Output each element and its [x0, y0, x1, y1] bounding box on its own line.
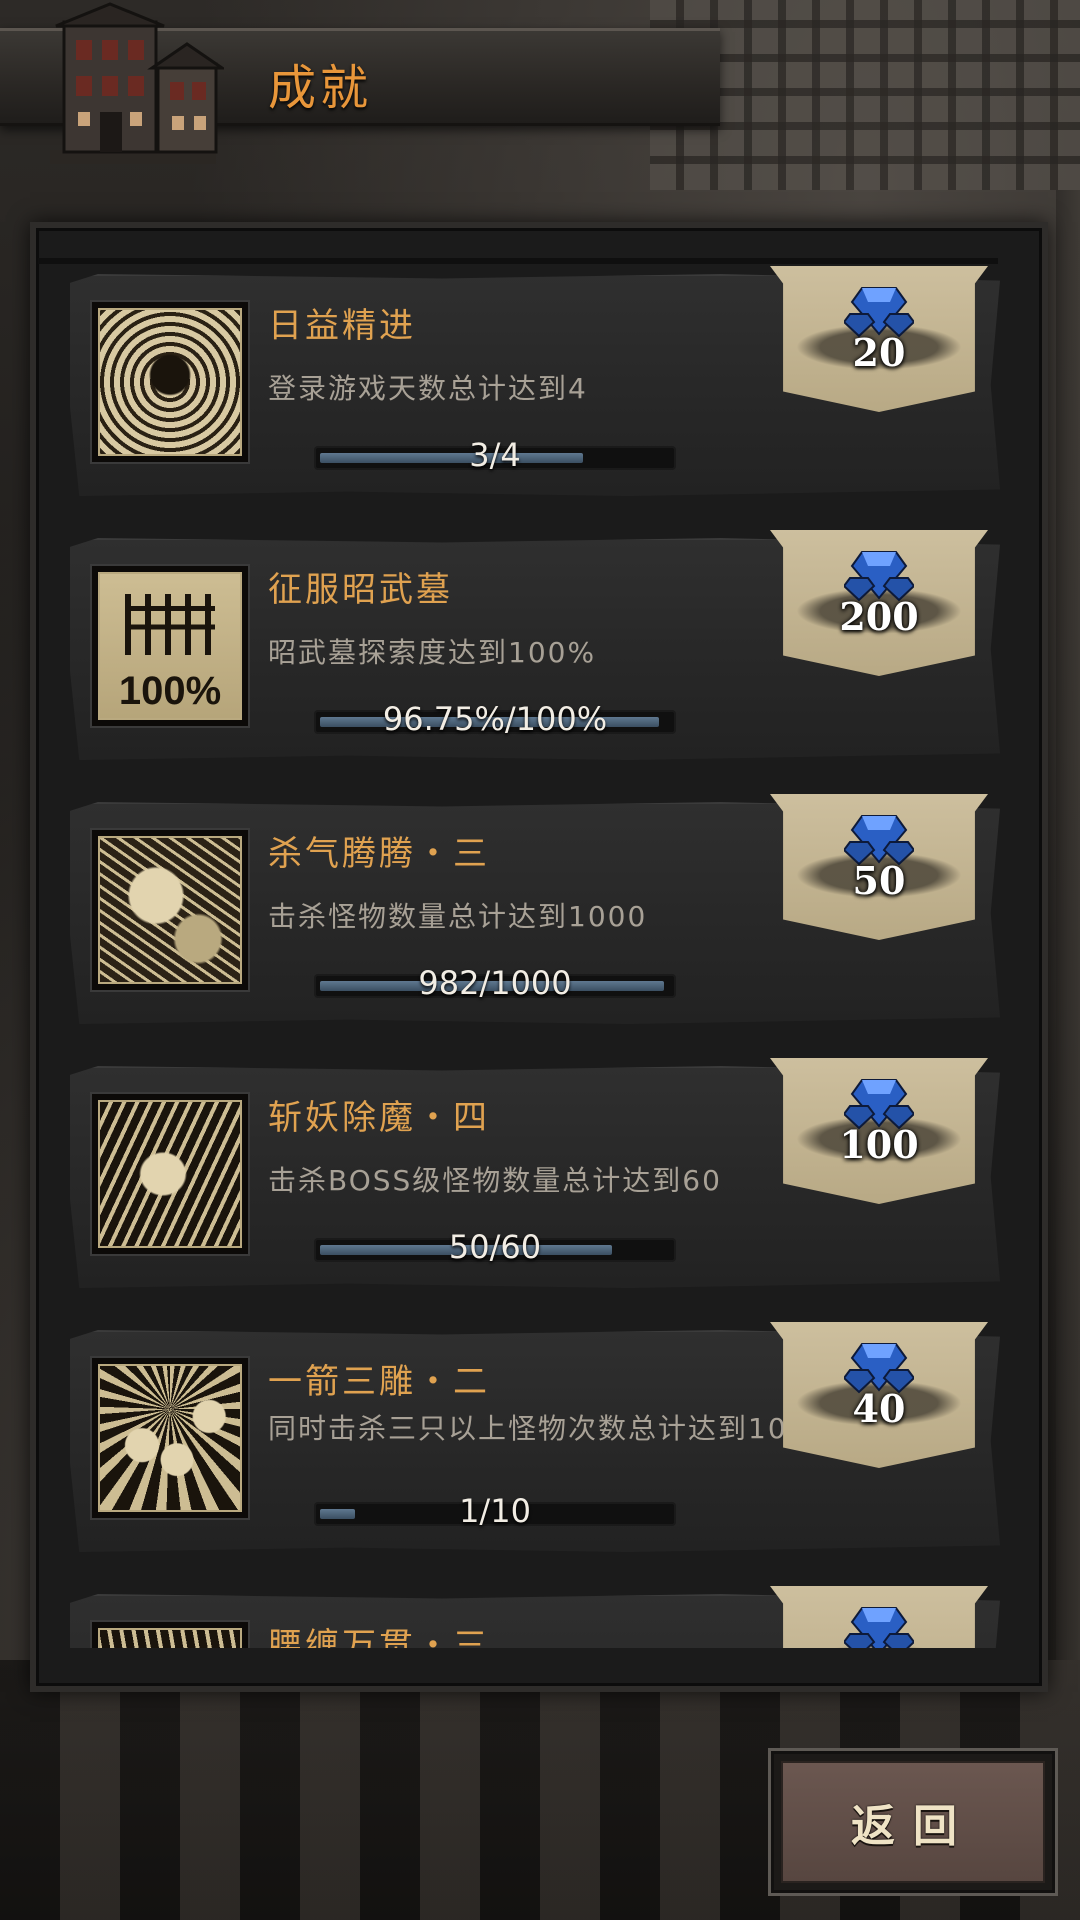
reward-banner[interactable]: [770, 1586, 988, 1648]
skull-monster-icon: [92, 830, 248, 990]
demon-hand-icon: [92, 1094, 248, 1254]
progress-text: 96.75%/100%: [382, 700, 608, 738]
achievement-card[interactable]: 100% 征服昭武墓 昭武墓探索度达到100% 96.75%/100% 200: [70, 530, 1000, 760]
achievement-card[interactable]: 一箭三雕・二 同时击杀三只以上怪物次数总计达到10 1/10 40: [70, 1322, 1000, 1552]
achievement-title: 征服昭武墓: [268, 570, 453, 610]
back-button-label: 返回: [851, 1801, 975, 1852]
achievement-card[interactable]: 腰缠万贯・三: [70, 1586, 1000, 1648]
panel-divider: [38, 258, 998, 264]
back-button[interactable]: 返回: [768, 1748, 1058, 1896]
three-skulls-icon: [92, 1358, 248, 1518]
achievement-title: 日益精进: [268, 306, 416, 346]
gem-icon: [844, 1343, 914, 1394]
reward-banner[interactable]: 100: [770, 1058, 988, 1204]
reward-banner[interactable]: 200: [770, 530, 988, 676]
house-icon: [42, 0, 227, 168]
background-pillar: [1056, 190, 1080, 1690]
reward-value: 200: [839, 594, 919, 639]
achievement-title: 腰缠万贯・三: [268, 1626, 490, 1648]
gem-icon: [844, 1079, 914, 1130]
reward-banner[interactable]: 50: [770, 794, 988, 940]
achievement-title: 杀气腾腾・三: [268, 834, 490, 874]
progress-text: 1/10: [459, 1492, 531, 1530]
icon-label: 100%: [118, 669, 222, 713]
achievement-description: 击杀BOSS级怪物数量总计达到60: [268, 1164, 722, 1197]
achievement-title: 一箭三雕・二: [268, 1362, 490, 1402]
reward-value: 20: [852, 330, 906, 375]
progress-text: 982/1000: [418, 964, 572, 1002]
achievement-description: 昭武墓探索度达到100%: [268, 636, 597, 669]
progress-text: 3/4: [469, 436, 521, 474]
reward-banner[interactable]: 20: [770, 266, 988, 412]
coins-icon: [92, 1622, 248, 1648]
reward-value: 50: [852, 858, 906, 903]
gem-icon: [844, 815, 914, 866]
gem-icon: [844, 287, 914, 338]
achievement-description: 击杀怪物数量总计达到1000: [268, 900, 648, 933]
reward-value: 100: [839, 1122, 919, 1167]
gem-icon: [844, 551, 914, 602]
achievement-card[interactable]: 斩妖除魔・四 击杀BOSS级怪物数量总计达到60 50/60 100: [70, 1058, 1000, 1288]
page-title: 成就: [268, 60, 373, 116]
achievement-card[interactable]: 日益精进 登录游戏天数总计达到4 3/4 20: [70, 266, 1000, 496]
gem-icon: [844, 1607, 914, 1648]
achievement-list[interactable]: 日益精进 登录游戏天数总计达到4 3/4 20 100% 征服昭武墓 昭武墓探索…: [70, 266, 1006, 1648]
eye-emblem-icon: [92, 302, 248, 462]
reward-banner[interactable]: 40: [770, 1322, 988, 1468]
progress-text: 50/60: [448, 1228, 542, 1266]
reward-value: 40: [852, 1386, 906, 1431]
achievement-card[interactable]: 杀气腾腾・三 击杀怪物数量总计达到1000 982/1000 50: [70, 794, 1000, 1024]
achievement-title: 斩妖除魔・四: [268, 1098, 490, 1138]
achievement-description: 同时击杀三只以上怪物次数总计达到10: [268, 1412, 788, 1445]
achievement-description: 登录游戏天数总计达到4: [268, 372, 588, 405]
tomb-gate-icon: 100%: [92, 566, 248, 726]
